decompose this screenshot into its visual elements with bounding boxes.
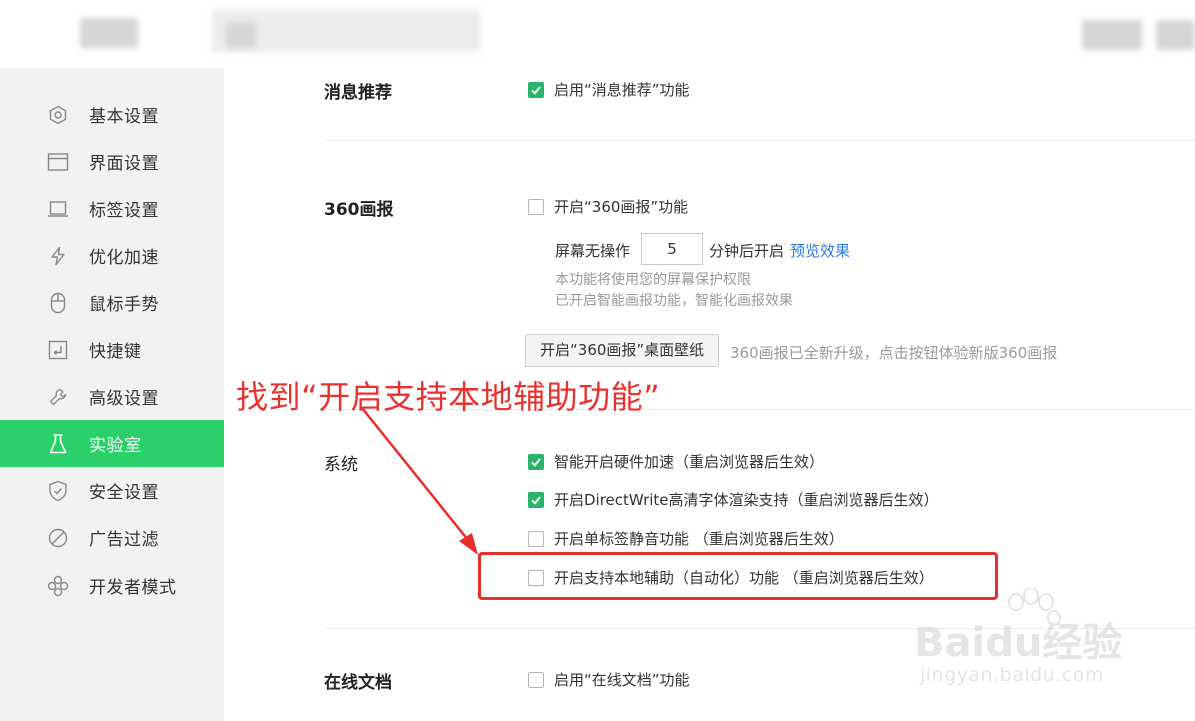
online-docs-option[interactable]: 启用“在线文档”功能: [528, 669, 690, 690]
sidebar-item-label: 基本设置: [89, 107, 159, 127]
idle-prefix-label: 屏幕无操作: [555, 242, 631, 260]
sidebar-item-label: 广告过滤: [89, 530, 159, 550]
mouse-icon: [47, 292, 69, 314]
checkbox-checked[interactable]: [528, 491, 544, 508]
puzzle-icon: [47, 575, 69, 597]
section-title-online-docs: 在线文档: [324, 673, 392, 693]
checkbox-label: 开启“360画报”功能: [554, 198, 689, 216]
blurred-title: [226, 22, 256, 48]
sidebar-item-lab[interactable]: 实验室: [0, 420, 224, 467]
block-icon: [47, 527, 69, 549]
sidebar-item-advanced[interactable]: 高级设置: [0, 373, 224, 420]
checkbox-label: 启用“消息推荐”功能: [554, 81, 690, 99]
directwrite-option[interactable]: 开启DirectWrite高清字体渲染支持（重启浏览器后生效）: [528, 489, 939, 510]
annotation-instruction: 找到“开启支持本地辅助功能”: [236, 378, 661, 416]
baidu-watermark: Baidu经验 jingyan.baidu.com: [912, 588, 1142, 698]
sidebar-item-label: 开发者模式: [89, 578, 177, 598]
checkbox-checked[interactable]: [528, 453, 544, 470]
sidebar-item-label: 优化加速: [89, 248, 159, 268]
sidebar-item-security[interactable]: 安全设置: [0, 467, 224, 514]
watermark-logo: Baidu经验: [914, 620, 1123, 666]
sidebar-item-mouse-gesture[interactable]: 鼠标手势: [0, 279, 224, 326]
flask-icon: [47, 433, 69, 455]
shield-icon: [47, 480, 69, 502]
checkbox-unchecked[interactable]: [528, 671, 544, 688]
tab-icon: [47, 198, 69, 220]
idle-suffix-row: 分钟后开启 预览效果: [709, 240, 850, 261]
checkbox-label: 启用“在线文档”功能: [554, 671, 690, 689]
checkbox-label: 智能开启硬件加速（重启浏览器后生效）: [554, 453, 825, 471]
checkbox-checked[interactable]: [528, 81, 544, 98]
watermark-url: jingyan.baidu.com: [920, 664, 1104, 686]
keyboard-enter-icon: [47, 339, 69, 361]
sidebar-item-label: 界面设置: [89, 154, 159, 174]
section-title-news: 消息推荐: [324, 83, 392, 103]
blurred-user: [1082, 20, 1142, 50]
idle-suffix-label: 分钟后开启: [709, 242, 785, 260]
section-title-screensaver: 360画报: [324, 200, 394, 220]
preview-effect-link[interactable]: 预览效果: [790, 242, 850, 260]
sidebar-item-label: 标签设置: [89, 201, 159, 221]
sidebar-item-developer[interactable]: 开发者模式: [0, 562, 224, 609]
wallpaper-upgrade-hint: 360画报已全新升级，点击按钮体验新版360画报: [730, 344, 1058, 362]
wrench-icon: [47, 386, 69, 408]
section-title-system: 系统: [324, 455, 358, 475]
settings-hexagon-icon: [47, 104, 69, 126]
checkbox-unchecked[interactable]: [528, 530, 544, 547]
sidebar-item-optimize[interactable]: 优化加速: [0, 232, 224, 279]
sidebar-item-label: 安全设置: [89, 483, 159, 503]
sidebar-item-label: 快捷键: [89, 342, 142, 362]
hardware-accel-option[interactable]: 智能开启硬件加速（重启浏览器后生效）: [528, 451, 824, 472]
sidebar-item-shortcuts[interactable]: 快捷键: [0, 326, 224, 373]
blurred-menu: [1156, 20, 1195, 50]
window-icon: [47, 151, 69, 173]
checkbox-label: 开启DirectWrite高清字体渲染支持（重启浏览器后生效）: [554, 491, 939, 509]
sidebar-item-interface[interactable]: 界面设置: [0, 138, 224, 185]
sidebar-item-label: 高级设置: [89, 389, 159, 409]
top-bar: [0, 0, 1195, 68]
tab-mute-option[interactable]: 开启单标签静音功能 （重启浏览器后生效）: [528, 528, 844, 549]
screensaver-hint-permission: 本功能将使用您的屏幕保护权限: [555, 272, 751, 288]
sidebar-item-basic[interactable]: 基本设置: [0, 91, 224, 138]
idle-minutes-input[interactable]: 5: [641, 233, 703, 265]
checkbox-label: 开启单标签静音功能 （重启浏览器后生效）: [554, 530, 844, 548]
wallpaper-enable-button[interactable]: 开启“360画报”桌面壁纸: [525, 334, 720, 367]
screensaver-hint-smart: 已开启智能画报功能，智能化画报效果: [555, 293, 793, 309]
lightning-icon: [47, 245, 69, 267]
sidebar-item-adblock[interactable]: 广告过滤: [0, 514, 224, 561]
news-recommend-option[interactable]: 启用“消息推荐”功能: [528, 79, 690, 100]
sidebar-item-label: 实验室: [89, 436, 142, 456]
checkbox-unchecked[interactable]: [528, 198, 544, 215]
blurred-logo: [80, 18, 138, 48]
sidebar-item-label: 鼠标手势: [89, 295, 159, 315]
settings-sidebar: 基本设置 界面设置 标签设置 优化加速 鼠标手势 快捷键 高级设置 实验室 安全…: [0, 68, 224, 721]
screensaver-enable-option[interactable]: 开启“360画报”功能: [528, 196, 688, 217]
section-divider: [324, 140, 1195, 141]
sidebar-item-tabs[interactable]: 标签设置: [0, 185, 224, 232]
